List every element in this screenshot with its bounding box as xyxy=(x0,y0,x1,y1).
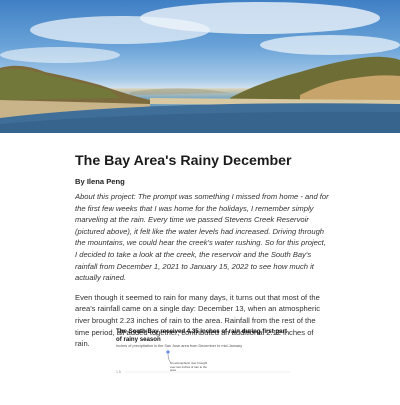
chart-title: The South Bay received 4.35 inches of ra… xyxy=(116,328,288,343)
reservoir-landscape xyxy=(0,2,400,133)
hero-photo-reservoir xyxy=(0,0,400,133)
article-title: The Bay Area's Rainy December xyxy=(75,153,292,169)
byline: By Ilena Peng xyxy=(75,177,125,186)
rainfall-chart-figure: The South Bay received 4.35 inches of ra… xyxy=(116,328,291,400)
y-tick-label: 1.5 xyxy=(116,370,121,374)
project-intro: About this project: The prompt was somet… xyxy=(75,192,329,283)
chart-plot-area xyxy=(116,350,291,400)
article-body: The Bay Area's Rainy December By Ilena P… xyxy=(75,133,330,357)
chart-annotation: An atmospheric river brought over two in… xyxy=(170,361,208,373)
annotation-marker xyxy=(166,350,170,354)
chart-canvas xyxy=(124,350,291,373)
chart-subtitle: Inches of precipitation in the San Jose … xyxy=(116,344,243,349)
